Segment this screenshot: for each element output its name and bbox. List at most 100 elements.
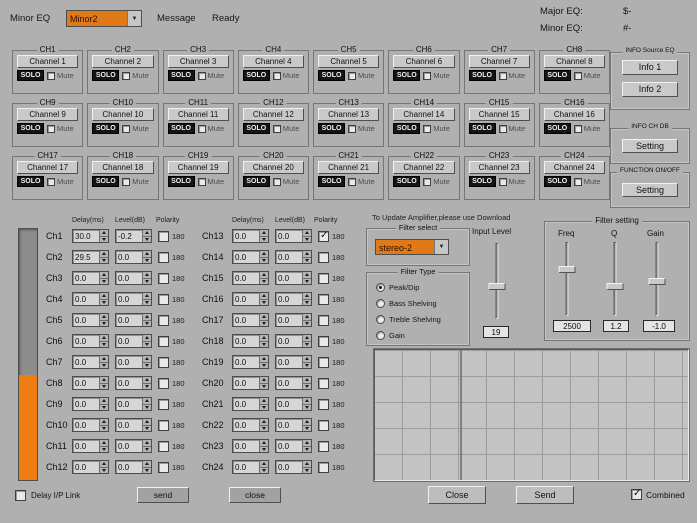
channel-button[interactable]: Channel 13 [318,108,379,121]
radio-icon[interactable] [376,299,385,308]
level-spinner[interactable]: 0.0 [115,250,152,264]
channel-button[interactable]: Channel 8 [544,55,605,68]
polarity-checkbox[interactable] [318,231,329,242]
close-button[interactable]: Close [428,486,486,504]
level-spinner[interactable]: 0.0 [275,229,312,243]
spinner-buttons[interactable] [99,251,108,263]
polarity-checkbox[interactable] [158,294,169,305]
filter-type-option[interactable]: Peak/Dip [376,280,441,295]
info1-button[interactable]: Info 1 [622,60,678,75]
mute-toggle[interactable]: Mute [47,124,74,133]
spinner-buttons[interactable] [259,377,268,389]
mute-toggle[interactable]: Mute [574,124,601,133]
delay-spinner[interactable]: 0.0 [232,460,269,474]
mute-toggle[interactable]: Mute [499,124,526,133]
spinner-buttons[interactable] [259,272,268,284]
spin-down-icon[interactable] [143,278,151,285]
combined-checkbox[interactable] [631,489,642,500]
delay-close-button[interactable]: close [229,487,281,503]
spin-down-icon[interactable] [260,404,268,411]
solo-button[interactable]: SOLO [318,70,345,81]
solo-button[interactable]: SOLO [92,123,119,134]
channel-button[interactable]: Channel 10 [92,108,153,121]
spin-down-icon[interactable] [100,320,108,327]
filter-type-option[interactable]: Bass Shelving [376,296,441,311]
delay-spinner[interactable]: 0.0 [232,250,269,264]
spin-down-icon[interactable] [143,362,151,369]
delay-spinner[interactable]: 0.0 [232,397,269,411]
spinner-buttons[interactable] [142,251,151,263]
mute-checkbox[interactable] [273,72,281,80]
spin-down-icon[interactable] [260,278,268,285]
spin-down-icon[interactable] [260,320,268,327]
spin-down-icon[interactable] [303,425,311,432]
solo-button[interactable]: SOLO [393,70,420,81]
polarity-checkbox[interactable] [158,273,169,284]
channel-button[interactable]: Channel 23 [469,161,530,174]
spinner-buttons[interactable] [259,419,268,431]
level-spinner[interactable]: 0.0 [115,439,152,453]
delay-spinner[interactable]: 0.0 [72,292,109,306]
delay-spinner[interactable]: 0.0 [232,271,269,285]
mute-checkbox[interactable] [122,178,130,186]
level-spinner[interactable]: 0.0 [275,292,312,306]
mute-toggle[interactable]: Mute [198,177,225,186]
channel-button[interactable]: Channel 4 [243,55,304,68]
channel-button[interactable]: Channel 3 [168,55,229,68]
spin-down-icon[interactable] [143,257,151,264]
spinner-buttons[interactable] [302,356,311,368]
level-spinner[interactable]: 0.0 [275,460,312,474]
mute-toggle[interactable]: Mute [198,71,225,80]
spin-down-icon[interactable] [260,383,268,390]
mute-toggle[interactable]: Mute [348,124,375,133]
spinner-buttons[interactable] [142,314,151,326]
spin-down-icon[interactable] [303,341,311,348]
polarity-checkbox[interactable] [158,399,169,410]
solo-button[interactable]: SOLO [243,70,270,81]
mute-checkbox[interactable] [423,178,431,186]
spinner-buttons[interactable] [259,440,268,452]
spinner-buttons[interactable] [142,377,151,389]
level-spinner[interactable]: 0.0 [275,313,312,327]
spin-down-icon[interactable] [143,467,151,474]
spinner-buttons[interactable] [99,272,108,284]
mute-checkbox[interactable] [47,178,55,186]
level-spinner[interactable]: 0.0 [115,292,152,306]
spinner-buttons[interactable] [302,314,311,326]
spinner-buttons[interactable] [302,293,311,305]
spinner-buttons[interactable] [259,461,268,473]
solo-button[interactable]: SOLO [469,70,496,81]
spinner-buttons[interactable] [259,230,268,242]
delay-spinner[interactable]: 0.0 [232,229,269,243]
spin-down-icon[interactable] [100,257,108,264]
spinner-buttons[interactable] [142,398,151,410]
spin-down-icon[interactable] [303,404,311,411]
level-spinner[interactable]: 0.0 [115,460,152,474]
polarity-checkbox[interactable] [318,399,329,410]
spinner-buttons[interactable] [302,335,311,347]
polarity-checkbox[interactable] [158,315,169,326]
solo-button[interactable]: SOLO [469,176,496,187]
channel-button[interactable]: Channel 14 [393,108,454,121]
spin-down-icon[interactable] [260,467,268,474]
spinner-buttons[interactable] [99,230,108,242]
mute-toggle[interactable]: Mute [423,177,450,186]
level-spinner[interactable]: 0.0 [115,376,152,390]
level-spinner[interactable]: 0.0 [275,397,312,411]
mute-toggle[interactable]: Mute [273,177,300,186]
level-spinner[interactable]: 0.0 [275,439,312,453]
spin-down-icon[interactable] [100,236,108,243]
polarity-checkbox[interactable] [158,252,169,263]
radio-icon[interactable] [376,315,385,324]
solo-button[interactable]: SOLO [17,70,44,81]
solo-button[interactable]: SOLO [318,123,345,134]
polarity-checkbox[interactable] [318,378,329,389]
filter-type-option[interactable]: Gain [376,328,441,343]
delay-spinner[interactable]: 30.0 [72,229,109,243]
mute-checkbox[interactable] [47,72,55,80]
solo-button[interactable]: SOLO [168,70,195,81]
spin-down-icon[interactable] [260,446,268,453]
spin-down-icon[interactable] [100,362,108,369]
spin-down-icon[interactable] [143,341,151,348]
channel-button[interactable]: Channel 18 [92,161,153,174]
